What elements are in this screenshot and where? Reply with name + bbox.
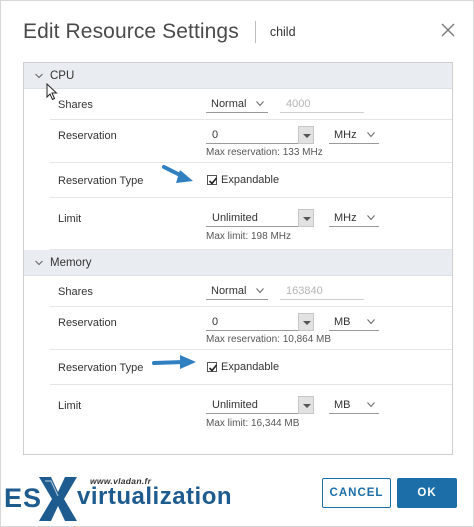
memory-expandable-checkbox[interactable] xyxy=(207,362,218,372)
memory-reservation-hint: Max reservation: 10,864 MB xyxy=(206,334,332,345)
memory-section-label: Memory xyxy=(50,256,92,269)
ok-button[interactable]: OK xyxy=(397,478,457,508)
triangle-down-icon xyxy=(303,321,311,325)
memory-shares-label: Shares xyxy=(58,286,93,298)
memory-shares-row: Shares Normal 163840 xyxy=(50,276,452,307)
cpu-expandable-label: Expandable xyxy=(221,174,280,186)
memory-section-header[interactable]: Memory xyxy=(24,250,452,276)
watermark-logo: www.vladan.fr ES virtualization xyxy=(1,467,251,527)
cpu-shares-value-input[interactable]: 4000 xyxy=(280,95,364,113)
chevron-down-icon xyxy=(367,132,375,138)
cpu-expandable-checkbox[interactable] xyxy=(207,175,218,185)
memory-reservation-dropdown-button[interactable] xyxy=(298,313,314,331)
memory-limit-hint: Max limit: 16,344 MB xyxy=(206,418,300,429)
cpu-section-label: CPU xyxy=(50,69,75,82)
triangle-down-icon xyxy=(303,134,311,138)
chevron-down-icon xyxy=(256,101,264,107)
memory-reservation-row: Reservation 0 MB Max reservation: 10,864… xyxy=(50,307,452,350)
memory-limit-dropdown-button[interactable] xyxy=(298,396,314,414)
mouse-cursor-icon xyxy=(46,83,58,101)
cpu-limit-unit-select[interactable]: MHz xyxy=(329,209,379,227)
memory-limit-row: Limit Unlimited MB Max limit: 16,344 MB xyxy=(50,385,452,437)
cpu-limit-hint: Max limit: 198 MHz xyxy=(206,231,292,242)
cpu-reservation-label: Reservation xyxy=(58,130,117,142)
memory-expandable-label: Expandable xyxy=(221,361,280,373)
cpu-limit-row: Limit Unlimited MHz Max limit: 198 MHz xyxy=(50,198,452,250)
memory-limit-label: Limit xyxy=(58,400,82,412)
memory-limit-input[interactable]: Unlimited xyxy=(206,396,298,414)
cpu-limit-label: Limit xyxy=(58,213,82,225)
cpu-reservation-input[interactable]: 0 xyxy=(206,126,298,144)
cpu-limit-input[interactable]: Unlimited xyxy=(206,209,298,227)
cpu-reservation-dropdown-button[interactable] xyxy=(298,126,314,144)
close-icon[interactable] xyxy=(441,23,455,37)
memory-reservation-label: Reservation xyxy=(58,317,117,329)
triangle-down-icon xyxy=(303,404,311,408)
x-logo-icon xyxy=(39,477,77,521)
checkmark-icon xyxy=(208,364,218,372)
memory-reservation-unit-select[interactable]: MB xyxy=(329,313,379,331)
cpu-reservation-type-label: Reservation Type xyxy=(58,175,144,187)
cpu-shares-level-select[interactable]: Normal xyxy=(206,95,268,113)
cpu-reservation-hint: Max reservation: 133 MHz xyxy=(206,147,323,158)
arrow-pointer-icon xyxy=(162,165,193,183)
dialog-subtitle: child xyxy=(269,25,296,39)
memory-reservation-type-row: Reservation Type Expandable xyxy=(50,350,452,385)
memory-reservation-type-label: Reservation Type xyxy=(58,362,144,374)
edit-resource-settings-dialog: Edit Resource Settings child CPU Shares … xyxy=(0,0,474,527)
chevron-down-icon xyxy=(367,402,375,408)
chevron-down-icon xyxy=(256,288,264,294)
chevron-down-icon xyxy=(367,319,375,325)
cpu-shares-label: Shares xyxy=(58,99,93,111)
checkmark-icon xyxy=(208,177,218,185)
cpu-reservation-unit-select[interactable]: MHz xyxy=(329,126,379,144)
memory-shares-value-input[interactable]: 163840 xyxy=(280,282,364,300)
title-separator xyxy=(254,21,256,43)
settings-panel: CPU Shares Normal 4000 Reservation 0 MHz… xyxy=(23,62,453,455)
dialog-header: Edit Resource Settings child xyxy=(23,15,473,49)
watermark-brand-right: virtualization xyxy=(77,483,233,510)
chevron-down-icon xyxy=(367,215,375,221)
cpu-reservation-type-row: Reservation Type Expandable xyxy=(50,163,452,198)
cancel-button[interactable]: CANCEL xyxy=(322,478,391,508)
cpu-reservation-row: Reservation 0 MHz Max reservation: 133 M… xyxy=(50,120,452,163)
cpu-limit-dropdown-button[interactable] xyxy=(298,209,314,227)
memory-limit-unit-select[interactable]: MB xyxy=(329,396,379,414)
arrow-pointer-icon xyxy=(152,355,196,369)
dialog-title: Edit Resource Settings xyxy=(23,20,239,43)
chevron-down-icon xyxy=(35,73,43,78)
triangle-down-icon xyxy=(303,217,311,221)
memory-shares-level-select[interactable]: Normal xyxy=(206,282,268,300)
cpu-section-header[interactable]: CPU xyxy=(24,63,452,89)
cpu-shares-row: Shares Normal 4000 xyxy=(50,89,452,120)
memory-reservation-input[interactable]: 0 xyxy=(206,313,298,331)
chevron-down-icon xyxy=(35,260,43,265)
